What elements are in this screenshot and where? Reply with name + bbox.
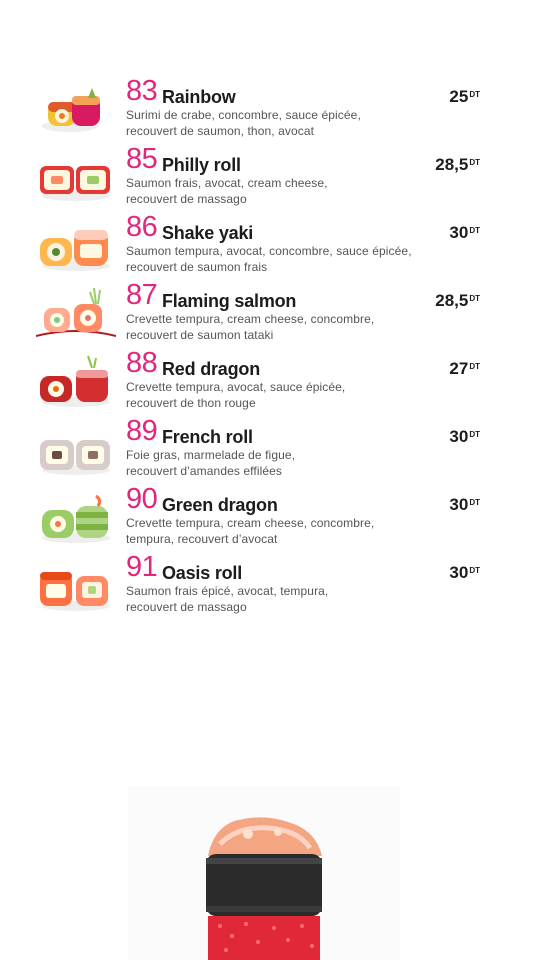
item-number: 85 xyxy=(126,143,158,175)
price-value: 27 xyxy=(449,359,469,378)
item-description: Saumon tempura, avocat, concombre, sauce… xyxy=(126,243,446,275)
item-name: Flaming salmon xyxy=(162,291,297,311)
item-name: Green dragon xyxy=(162,495,278,515)
item-description: Saumon frais, avocat, cream cheese, reco… xyxy=(126,175,446,207)
desc-line: recouvert de massago xyxy=(126,600,247,614)
item-number: 86 xyxy=(126,211,158,243)
item-description: Foie gras, marmelade de figue, recouvert… xyxy=(126,447,446,479)
desc-line: Saumon tempura, avocat, concombre, sauce… xyxy=(126,244,412,258)
menu-item-red-dragon: 88 Red dragon Crevette tempura, avocat, … xyxy=(0,347,540,416)
item-price: 28,5DT xyxy=(435,291,480,311)
price-value: 30 xyxy=(449,223,469,242)
item-number: 91 xyxy=(126,551,158,583)
desc-line: Crevette tempura, cream cheese, concombr… xyxy=(126,312,375,326)
price-value: 30 xyxy=(449,495,469,514)
flaming-salmon-roll-image xyxy=(36,287,116,337)
item-price: 30DT xyxy=(449,563,480,583)
item-price: 25DT xyxy=(449,87,480,107)
price-value: 28,5 xyxy=(435,291,469,310)
desc-line: recouvert de saumon frais xyxy=(126,260,268,274)
menu-item-philly-roll: 85 Philly roll Saumon frais, avocat, cre… xyxy=(0,143,540,212)
item-description: Saumon frais épicé, avocat, tempura, rec… xyxy=(126,583,446,615)
item-name: Philly roll xyxy=(162,155,241,175)
desc-line: recouvert de saumon tataki xyxy=(126,328,274,342)
desc-line: Surimi de crabe, concombre, sauce épicée… xyxy=(126,108,361,122)
item-price: 30DT xyxy=(449,223,480,243)
currency-label: DT xyxy=(469,566,480,575)
oasis-roll-image xyxy=(40,572,110,611)
currency-label: DT xyxy=(469,498,480,507)
item-description: Crevette tempura, avocat, sauce épicée, … xyxy=(126,379,446,411)
item-description: Surimi de crabe, concombre, sauce épicée… xyxy=(126,107,446,139)
currency-label: DT xyxy=(469,294,480,303)
item-name: Red dragon xyxy=(162,359,261,379)
currency-label: DT xyxy=(469,90,480,99)
currency-label: DT xyxy=(469,430,480,439)
item-name: Rainbow xyxy=(162,87,236,107)
desc-line: recouvert de massago xyxy=(126,192,247,206)
desc-line: Foie gras, marmelade de figue, xyxy=(126,448,296,462)
menu-item-oasis-roll: 91 Oasis roll Saumon frais épicé, avocat… xyxy=(0,551,540,620)
currency-label: DT xyxy=(469,158,480,167)
item-number: 90 xyxy=(126,483,158,515)
rainbow-roll-image xyxy=(42,88,100,132)
item-price: 28,5DT xyxy=(435,155,480,175)
item-number: 83 xyxy=(126,75,158,107)
price-value: 30 xyxy=(449,563,469,582)
menu-item-green-dragon: 90 Green dragon Crevette tempura, cream … xyxy=(0,483,540,552)
desc-line: tempura, recouvert d’avocat xyxy=(126,532,278,546)
desc-line: recouvert d’amandes effilées xyxy=(126,464,282,478)
shake-yaki-roll-image xyxy=(40,230,110,271)
green-dragon-roll-image xyxy=(42,494,110,543)
currency-label: DT xyxy=(469,362,480,371)
item-description: Crevette tempura, cream cheese, concombr… xyxy=(126,515,446,547)
price-value: 30 xyxy=(449,427,469,446)
price-value: 25 xyxy=(449,87,469,106)
item-name: Shake yaki xyxy=(162,223,254,243)
item-number: 89 xyxy=(126,415,158,447)
price-value: 28,5 xyxy=(435,155,469,174)
desc-line: Saumon frais épicé, avocat, tempura, xyxy=(126,584,329,598)
menu-item-flaming-salmon: 87 Flaming salmon Crevette tempura, crea… xyxy=(0,279,540,348)
hero-sushi-image xyxy=(128,786,400,960)
item-number: 88 xyxy=(126,347,158,379)
item-price: 27DT xyxy=(449,359,480,379)
french-roll-image xyxy=(40,440,110,475)
item-price: 30DT xyxy=(449,427,480,447)
menu-item-rainbow: 83 Rainbow Surimi de crabe, concombre, s… xyxy=(0,75,540,144)
desc-line: recouvert de thon rouge xyxy=(126,396,256,410)
item-name: French roll xyxy=(162,427,253,447)
desc-line: Crevette tempura, avocat, sauce épicée, xyxy=(126,380,346,394)
menu-item-french-roll: 89 French roll Foie gras, marmelade de f… xyxy=(0,415,540,484)
desc-line: Saumon frais, avocat, cream cheese, xyxy=(126,176,328,190)
currency-label: DT xyxy=(469,226,480,235)
desc-line: recouvert de saumon, thon, avocat xyxy=(126,124,315,138)
philly-roll-image xyxy=(40,166,110,201)
item-price: 30DT xyxy=(449,495,480,515)
item-name: Oasis roll xyxy=(162,563,243,583)
red-dragon-roll-image xyxy=(40,355,110,407)
item-number: 87 xyxy=(126,279,158,311)
menu-item-shake-yaki: 86 Shake yaki Saumon tempura, avocat, co… xyxy=(0,211,540,280)
desc-line: Crevette tempura, cream cheese, concombr… xyxy=(126,516,375,530)
item-description: Crevette tempura, cream cheese, concombr… xyxy=(126,311,446,343)
